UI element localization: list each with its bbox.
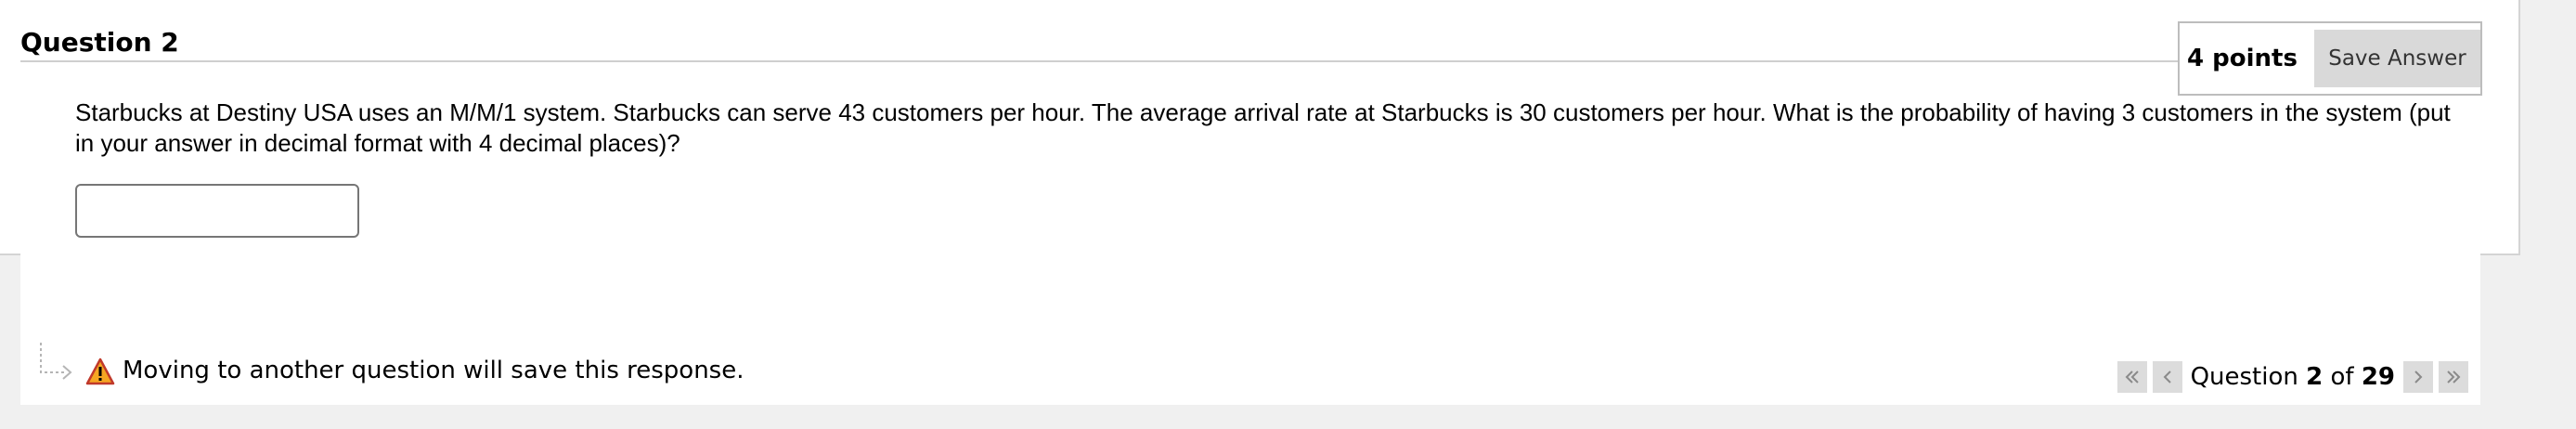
question-prompt: Starbucks at Destiny USA uses an M/M/1 s… (75, 98, 2451, 157)
warning-triangle-icon (85, 358, 115, 385)
corner-arrow-icon (40, 343, 72, 380)
points-label: 4 points (2187, 45, 2298, 72)
question-footer: Moving to another question will save thi… (20, 330, 2480, 404)
double-chevron-left-icon (2125, 370, 2139, 384)
save-warning-text: Moving to another question will save thi… (123, 357, 744, 384)
counter-prefix: Question (2190, 363, 2307, 391)
counter-of: of (2323, 363, 2362, 391)
current-question-number: 2 (2306, 363, 2324, 391)
last-question-button[interactable] (2439, 361, 2468, 393)
save-answer-button[interactable]: Save Answer (2313, 30, 2480, 87)
first-question-button[interactable] (2116, 361, 2147, 393)
title-divider (20, 60, 2183, 62)
answer-input[interactable] (75, 184, 359, 238)
chevron-left-icon (2163, 370, 2171, 384)
double-chevron-right-icon (2447, 370, 2461, 384)
chevron-right-icon (2414, 370, 2423, 384)
points-box: 4 points Save Answer (2178, 21, 2482, 96)
question-counter: Question 2 of 29 (2191, 361, 2395, 393)
next-question-button[interactable] (2403, 361, 2433, 393)
previous-question-button[interactable] (2152, 361, 2182, 393)
assessment-page: Question 2 4 points Save Answer Starbuck… (0, 0, 2576, 429)
question-title: Question 2 (20, 27, 179, 58)
total-questions-number: 29 (2361, 363, 2395, 391)
question-navigation: Question 2 of 29 (2115, 361, 2471, 393)
